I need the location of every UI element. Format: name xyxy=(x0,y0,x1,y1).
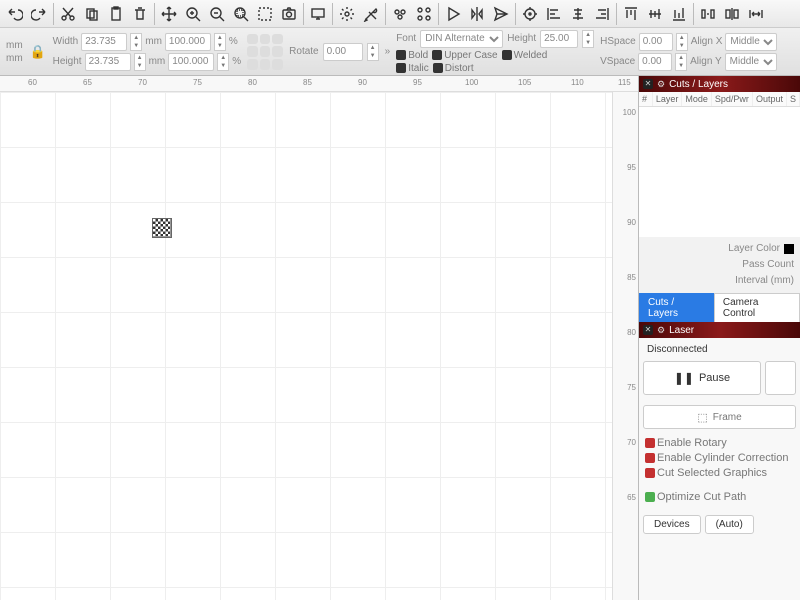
upper-toggle[interactable]: Upper Case xyxy=(432,50,497,61)
delete-button[interactable] xyxy=(129,3,151,25)
monitor-button[interactable] xyxy=(307,3,329,25)
ruler-horizontal: 60 65 70 75 80 85 90 95 100 105 110 115 xyxy=(0,76,638,92)
align-top-button[interactable] xyxy=(620,3,642,25)
lock-aspect-button[interactable]: 🔒 xyxy=(29,39,47,65)
send-button[interactable] xyxy=(490,3,512,25)
height-label: Height xyxy=(53,56,82,67)
enable-rotary-toggle[interactable]: Enable Rotary xyxy=(645,437,794,449)
ruler-vertical: 100 95 90 85 80 75 70 65 xyxy=(612,92,638,600)
gear-icon[interactable]: ⚙ xyxy=(657,325,665,336)
frame-icon: ⬚ xyxy=(697,411,707,424)
rotate-input[interactable] xyxy=(323,43,363,61)
align-right-button[interactable] xyxy=(591,3,613,25)
close-laser-panel-button[interactable]: ✕ xyxy=(643,325,653,335)
hspace-input[interactable] xyxy=(639,33,673,51)
align-vcenter-button[interactable] xyxy=(644,3,666,25)
redo-button[interactable] xyxy=(28,3,50,25)
scale-h-spinner[interactable]: ▲▼ xyxy=(217,53,229,71)
expand-props-button[interactable]: » xyxy=(385,46,391,57)
side-panel: ✕ ⚙ Cuts / Layers # Layer Mode Spd/Pwr O… xyxy=(638,76,800,600)
paste-button[interactable] xyxy=(105,3,127,25)
laser-header: ✕ ⚙ Laser xyxy=(639,322,800,338)
alignx-select[interactable]: Middle xyxy=(725,33,777,51)
scale-w-input[interactable] xyxy=(165,33,211,51)
laser-status: Disconnected xyxy=(643,342,796,357)
flip-h-button[interactable] xyxy=(466,3,488,25)
zoom-fit-button[interactable] xyxy=(230,3,252,25)
font-select[interactable]: DIN Alternate xyxy=(420,30,503,48)
align-left-button[interactable] xyxy=(543,3,565,25)
canvas[interactable]: 60 65 70 75 80 85 90 95 100 105 110 115 … xyxy=(0,76,638,600)
italic-toggle[interactable]: Italic xyxy=(396,63,429,74)
space-button[interactable] xyxy=(745,3,767,25)
copy-button[interactable] xyxy=(81,3,103,25)
unit-label: mm xyxy=(6,40,23,51)
align-bottom-button[interactable] xyxy=(668,3,690,25)
panel-tabs: Cuts / Layers Camera Control xyxy=(639,293,800,322)
rotate-label: Rotate xyxy=(289,46,318,57)
layers-table-body xyxy=(639,107,800,237)
tab-cuts-layers[interactable]: Cuts / Layers xyxy=(639,293,714,322)
height-input[interactable] xyxy=(85,53,131,71)
main-toolbar xyxy=(0,0,800,28)
tab-camera-control[interactable]: Camera Control xyxy=(714,293,800,322)
close-cuts-panel-button[interactable]: ✕ xyxy=(643,79,653,89)
width-label: Width xyxy=(53,36,79,47)
font-height-input[interactable] xyxy=(540,30,578,48)
group-button[interactable] xyxy=(389,3,411,25)
settings-button[interactable] xyxy=(336,3,358,25)
scale-h-input[interactable] xyxy=(168,53,214,71)
anchor-pad[interactable] xyxy=(247,34,283,70)
frame-button[interactable]: ⬚Frame xyxy=(643,405,796,429)
tools-button[interactable] xyxy=(360,3,382,25)
align-center-button[interactable] xyxy=(519,3,541,25)
pan-button[interactable] xyxy=(158,3,180,25)
zoom-in-button[interactable] xyxy=(182,3,204,25)
properties-bar: mm mm 🔒 Width ▲▼ mm ▲▼ % Height ▲▼ mm ▲▼… xyxy=(0,28,800,76)
width-spinner[interactable]: ▲▼ xyxy=(130,33,142,51)
start-button[interactable] xyxy=(765,361,796,395)
width-input[interactable] xyxy=(81,33,127,51)
unit-label-2: mm xyxy=(6,53,23,64)
distribute-v-button[interactable] xyxy=(721,3,743,25)
pause-button[interactable]: ❚❚Pause xyxy=(643,361,761,395)
gear-icon[interactable]: ⚙ xyxy=(657,79,665,90)
height-spinner[interactable]: ▲▼ xyxy=(134,53,146,71)
device-select[interactable]: (Auto) xyxy=(705,515,754,534)
zoom-out-button[interactable] xyxy=(206,3,228,25)
layer-color-swatch[interactable] xyxy=(784,244,794,254)
distribute-h-button[interactable] xyxy=(697,3,719,25)
ungroup-button[interactable] xyxy=(413,3,435,25)
cut-button[interactable] xyxy=(57,3,79,25)
align-hcenter-button[interactable] xyxy=(567,3,589,25)
vspace-input[interactable] xyxy=(638,53,672,71)
layer-properties: Layer Color Pass Count Interval (mm) xyxy=(639,237,800,293)
play-button[interactable] xyxy=(442,3,464,25)
welded-toggle[interactable]: Welded xyxy=(502,50,548,61)
undo-button[interactable] xyxy=(4,3,26,25)
cut-selected-toggle[interactable]: Cut Selected Graphics xyxy=(645,467,794,479)
devices-button[interactable]: Devices xyxy=(643,515,701,534)
camera-capture-button[interactable] xyxy=(278,3,300,25)
bold-toggle[interactable]: Bold xyxy=(396,50,428,61)
scale-w-spinner[interactable]: ▲▼ xyxy=(214,33,226,51)
pause-icon: ❚❚ xyxy=(674,371,694,385)
marquee-button[interactable] xyxy=(254,3,276,25)
distort-toggle[interactable]: Distort xyxy=(433,63,474,74)
cuts-layers-header: ✕ ⚙ Cuts / Layers xyxy=(639,76,800,92)
grid xyxy=(0,92,612,600)
enable-cylinder-toggle[interactable]: Enable Cylinder Correction xyxy=(645,452,794,464)
aligny-select[interactable]: Middle xyxy=(725,53,777,71)
rotate-spinner[interactable]: ▲▼ xyxy=(367,43,379,61)
qr-object[interactable] xyxy=(152,218,172,238)
layers-table-header: # Layer Mode Spd/Pwr Output S xyxy=(639,92,800,107)
optimize-path-toggle[interactable]: Optimize Cut Path xyxy=(645,491,794,503)
